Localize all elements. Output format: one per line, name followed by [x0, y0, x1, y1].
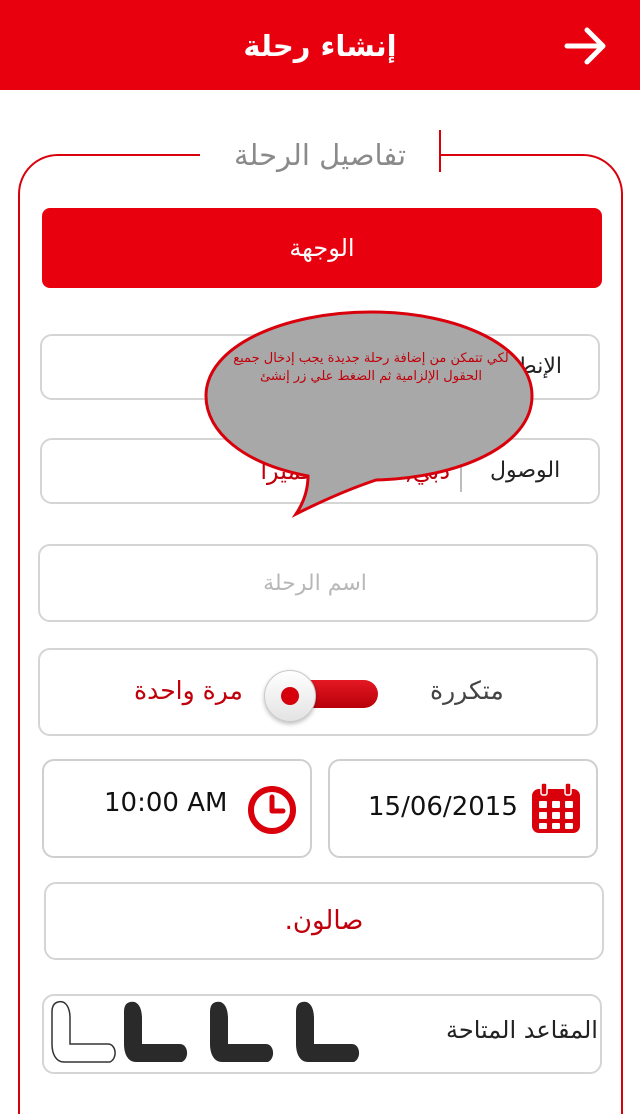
- seat-icon-empty[interactable]: [48, 998, 122, 1068]
- page-title: إنشاء رحلة: [243, 29, 397, 63]
- toggle-indicator-dot: [281, 687, 299, 705]
- tooltip-message: لكي تتمكن من إضافة رحلة جديدة يجب إدخال …: [233, 351, 509, 384]
- tooltip-bubble: [204, 310, 534, 518]
- car-type-value: صالون.: [284, 906, 364, 936]
- legend-divider: [439, 130, 441, 172]
- calendar-icon: [532, 782, 580, 833]
- time-value: 10:00 AM: [104, 788, 228, 818]
- seat-icon-selected[interactable]: [120, 998, 194, 1068]
- recurrence-toggle-knob[interactable]: [264, 670, 316, 722]
- section-legend: تفاصيل الرحلة: [233, 138, 407, 172]
- arrow-right-icon: [564, 27, 606, 65]
- date-value: 15/06/2015: [368, 792, 518, 822]
- recurring-option-label[interactable]: متكررة: [430, 676, 504, 705]
- available-seats-label: المقاعد المتاحة: [446, 1016, 598, 1044]
- back-button[interactable]: [556, 18, 616, 74]
- one-time-option-label[interactable]: مرة واحدة: [134, 676, 243, 705]
- clock-icon: [248, 786, 296, 834]
- trip-name-input[interactable]: [60, 560, 570, 606]
- seat-icon-selected[interactable]: [292, 998, 366, 1068]
- seat-icon-selected[interactable]: [206, 998, 280, 1068]
- destination-header: الوجهة: [42, 208, 602, 288]
- trip-details-frame: [18, 154, 623, 1114]
